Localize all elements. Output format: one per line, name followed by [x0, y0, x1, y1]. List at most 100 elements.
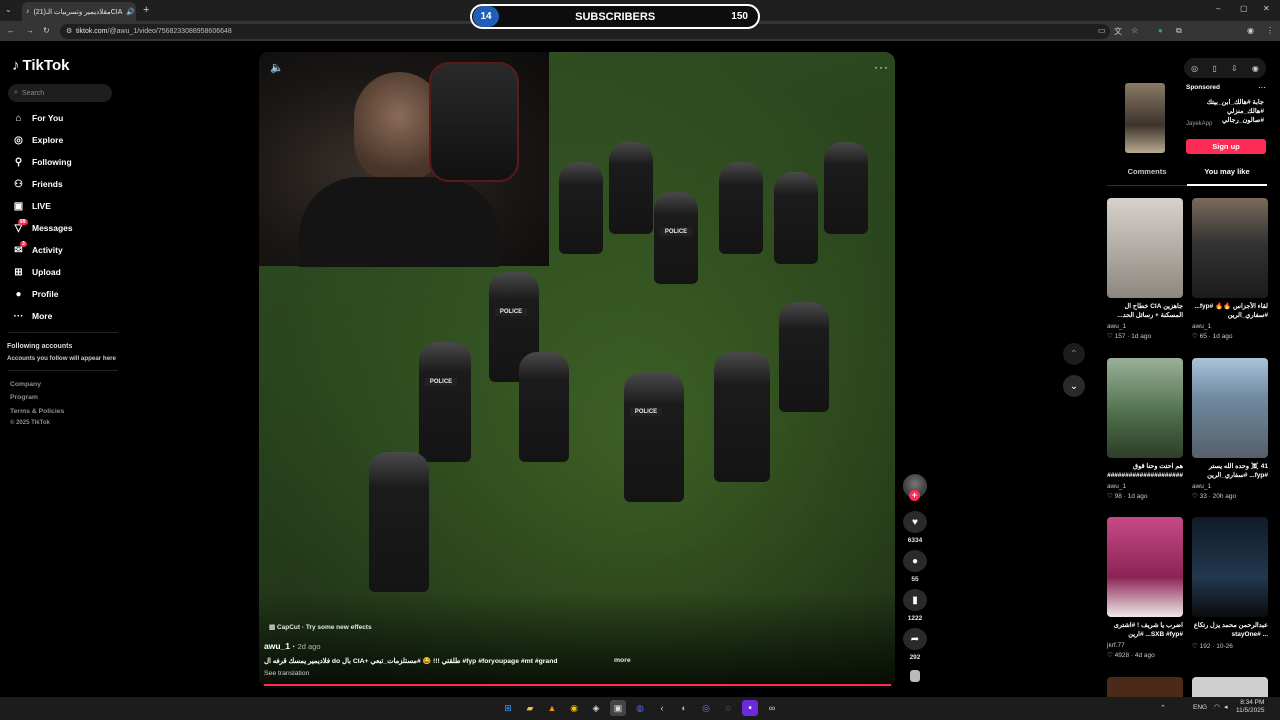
nav-live[interactable]: ▣ LIVE	[12, 198, 122, 214]
upload-icon: ⊞	[14, 266, 23, 278]
tray-chevron-icon[interactable]: ⌃	[1160, 704, 1166, 712]
capcut-link[interactable]: ▧ CapCut · Try some new effects	[269, 623, 372, 631]
puzzle-icon[interactable]: ⧉	[1176, 26, 1182, 36]
tab-comments[interactable]: Comments	[1107, 167, 1187, 186]
app-icon[interactable]: ‹	[654, 700, 670, 716]
author-name: awu_1	[264, 641, 290, 651]
share-count: 292	[909, 654, 921, 661]
recommended-video-card[interactable]: جاهزين CIA خطاح ال المسكنة + رسائل الحد.…	[1107, 198, 1183, 340]
app-icon[interactable]: ■	[742, 700, 758, 716]
avatar-icon[interactable]: ◉	[1252, 64, 1259, 73]
recommended-video-card[interactable]: 41 ☠️ وحده الله يستر #fyp... #سفاري_الري…	[1192, 358, 1268, 500]
follow-plus-icon[interactable]: +	[909, 490, 920, 501]
app-icon[interactable]: ∞	[764, 700, 780, 716]
phone-icon[interactable]: ▯	[1212, 64, 1216, 73]
friends-icon: ⚇	[14, 178, 23, 190]
vlc-icon[interactable]: ▲	[544, 700, 560, 716]
like-button[interactable]: ♥	[903, 511, 927, 533]
nav-following[interactable]: ⚲ Following	[12, 154, 122, 170]
nav-profile[interactable]: ● Profile	[12, 286, 122, 302]
site-info-icon[interactable]: ⚙	[66, 27, 72, 35]
app-icon[interactable]: ◌	[720, 700, 736, 716]
install-icon[interactable]: ▭	[1098, 26, 1106, 35]
divider	[8, 370, 118, 371]
signup-button[interactable]: Sign up	[1186, 139, 1266, 154]
volume-tray-icon[interactable]: ◂	[1224, 703, 1228, 711]
video-author[interactable]: awu_1 · 2d ago	[264, 641, 321, 651]
tiktok-logo[interactable]: ♪ TikTok	[12, 57, 69, 74]
wifi-icon[interactable]: ◠	[1214, 703, 1220, 711]
sound-disc-icon[interactable]	[910, 670, 920, 682]
logo-text: TikTok	[22, 57, 70, 74]
file-explorer-icon[interactable]: ▰	[522, 700, 538, 716]
footer-program[interactable]: Program	[10, 394, 38, 401]
search-input[interactable]: ⌕ Search	[8, 84, 112, 102]
video-thumbnail	[1192, 358, 1268, 458]
download-icon[interactable]: ⇩	[1231, 64, 1238, 73]
clock[interactable]: 8:34 PM 11/5/2025	[1236, 699, 1264, 715]
video-thumbnail[interactable]	[1192, 677, 1268, 697]
volume-icon[interactable]: 🔈	[270, 61, 284, 74]
compass-icon[interactable]: ◎	[1191, 64, 1198, 73]
forward-icon[interactable]: →	[26, 26, 34, 35]
nav-messages[interactable]: ▽ Messages	[12, 220, 122, 236]
footer-company[interactable]: Company	[10, 381, 41, 388]
window-close-icon[interactable]: ✕	[1263, 4, 1270, 13]
nav-for-you[interactable]: ⌂ For You	[12, 110, 122, 126]
see-translation-link[interactable]: See translation	[264, 670, 309, 677]
police-plate: POLICE	[630, 408, 662, 416]
previous-video-button[interactable]: ⌃	[1063, 343, 1085, 365]
maximize-icon[interactable]: ▢	[1240, 4, 1248, 13]
tab-you-may-like[interactable]: You may like	[1187, 167, 1267, 186]
card-title: اضرب يا شريف ! #اشترى #SXB #fyp... #ارين	[1113, 622, 1183, 638]
video-thumbnail[interactable]	[1107, 677, 1183, 697]
card-title: 41 ☠️ وحده الله يستر #fyp... #سفاري_الري…	[1207, 463, 1268, 479]
profile-icon[interactable]: ◉	[1247, 26, 1254, 35]
next-video-button[interactable]: ⌄	[1063, 375, 1085, 397]
more-options-icon[interactable]: ···	[874, 60, 889, 74]
plus-icon[interactable]: +	[143, 4, 149, 16]
windows-start-icon[interactable]: ⊞	[500, 700, 516, 716]
nav-friends[interactable]: ⚇ Friends	[12, 176, 122, 192]
steam-icon[interactable]: ◐	[676, 700, 692, 716]
app-icon[interactable]: ◎	[698, 700, 714, 716]
recommended-video-card[interactable]: اضرب يا شريف ! #اشترى #SXB #fyp... #ارين…	[1107, 517, 1183, 659]
caption-more-button[interactable]: more	[614, 657, 631, 664]
save-button[interactable]: ▮	[903, 589, 927, 611]
minimize-icon[interactable]: –	[1216, 4, 1220, 13]
ad-thumbnail[interactable]	[1125, 83, 1165, 153]
language-indicator[interactable]: ENG	[1193, 704, 1207, 711]
recommended-video-card[interactable]: هم احتت وحنا قوق #######################…	[1107, 358, 1183, 500]
footer-terms[interactable]: Terms & Policies	[10, 408, 64, 415]
nav-activity[interactable]: ✉ Activity	[12, 242, 122, 258]
recommended-video-card[interactable]: عبدالرحمن محمد يزل رتكاع ... #stayOne ♡ …	[1192, 517, 1268, 650]
officer-figure: POLICE	[624, 372, 684, 502]
card-stats: ♡ 192 · 10-26	[1192, 643, 1233, 650]
recommended-video-card[interactable]: لقاء الأجزاس 🔥🔥 #fyp... #سفاري_الرين awu…	[1192, 198, 1268, 340]
comment-button[interactable]: ●	[903, 550, 927, 572]
nav-upload[interactable]: ⊞ Upload	[12, 264, 122, 280]
card-author: awu_1	[1107, 483, 1127, 490]
nav-more[interactable]: ··· More	[12, 308, 122, 324]
menu-icon[interactable]: ⋮	[1266, 26, 1274, 35]
translate-icon[interactable]: 文	[1114, 26, 1122, 37]
share-button[interactable]: ➦	[903, 628, 927, 650]
video-player[interactable]: POLICE POLICE POLICE POLICE	[259, 52, 895, 688]
tab-title: (21)مقلاديمير وتسريبات الـCIA	[33, 8, 123, 16]
ad-more-icon[interactable]: ⋯	[1258, 83, 1266, 92]
discord-icon[interactable]: ◍	[632, 700, 648, 716]
extensions-icon[interactable]: ●	[1158, 26, 1163, 35]
heart-icon: ♥	[912, 516, 918, 528]
chevron-down-icon[interactable]: ⌄	[5, 5, 12, 14]
reload-icon[interactable]: ↻	[43, 26, 50, 35]
like-count: 6334	[907, 537, 923, 544]
star-icon[interactable]: ☆	[1131, 26, 1138, 35]
active-app-icon[interactable]: ▣	[610, 700, 626, 716]
video-progress-bar[interactable]	[264, 684, 891, 686]
speaker-icon[interactable]: 🔊	[126, 8, 135, 16]
nav-explore[interactable]: ◎ Explore	[12, 132, 122, 148]
chrome-icon[interactable]: ◉	[566, 700, 582, 716]
back-icon[interactable]: ←	[7, 26, 15, 35]
app-icon[interactable]: ◈	[588, 700, 604, 716]
browser-tab[interactable]: ♪ (21)مقلاديمير وتسريبات الـCIA 🔊 ✕	[22, 2, 136, 21]
